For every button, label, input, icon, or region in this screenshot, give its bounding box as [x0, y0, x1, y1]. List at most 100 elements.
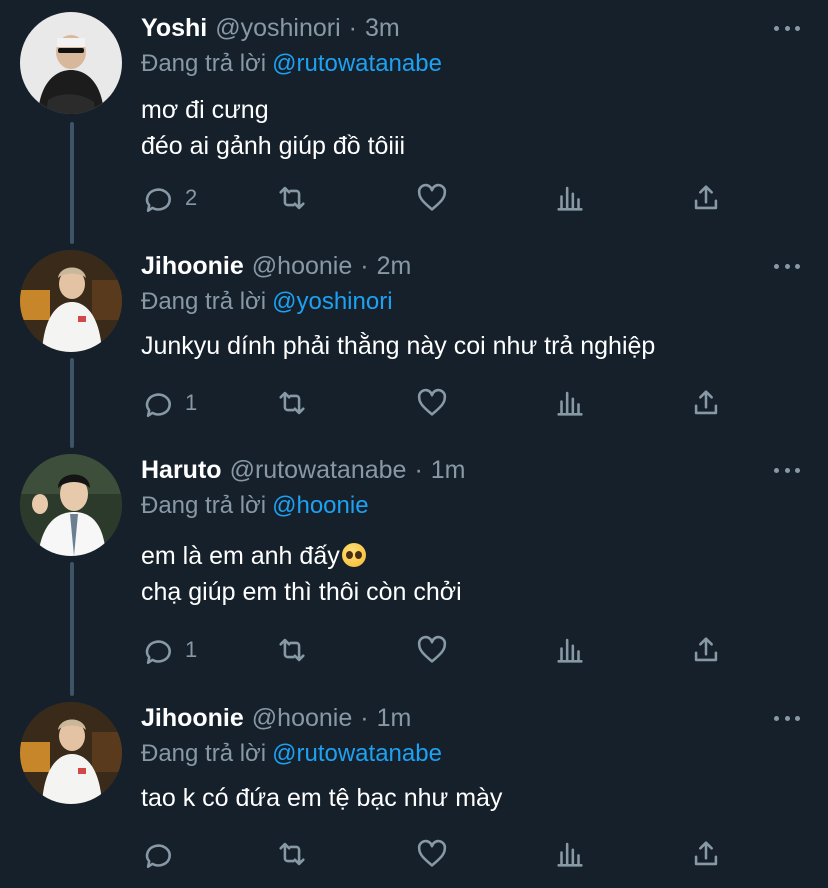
avatar[interactable] — [20, 702, 122, 804]
user-handle[interactable]: @yoshinori — [215, 14, 340, 43]
timestamp[interactable]: 1m — [431, 456, 466, 485]
replying-to-label: Đang trả lời — [141, 740, 267, 767]
user-handle[interactable]: @hoonie — [252, 704, 352, 733]
replying-to: Đang trả lời @yoshinori — [141, 288, 393, 316]
reply-icon — [145, 640, 171, 665]
display-name[interactable]: Jihoonie — [141, 252, 244, 281]
tweet[interactable]: Haruto @rutowatanabe · 1m Đang trả lời @h… — [0, 442, 828, 692]
tweet[interactable]: Yoshi @yoshinori · 3m Đang trả lời @rutow… — [0, 0, 828, 240]
display-name[interactable]: Yoshi — [141, 14, 207, 43]
share-button[interactable] — [689, 834, 723, 874]
like-icon — [417, 388, 447, 416]
analytics-icon — [557, 842, 583, 867]
tweet-header: Yoshi @yoshinori · 3m — [141, 14, 400, 48]
like-button[interactable] — [415, 834, 449, 874]
analytics-button[interactable] — [553, 178, 587, 218]
tweet-header: Haruto @rutowatanabe · 1m — [141, 456, 466, 490]
mention-link[interactable]: @hoonie — [272, 492, 368, 519]
retweet-button[interactable] — [275, 383, 309, 423]
reply-button[interactable]: 2 — [141, 178, 197, 218]
tweet-text-line-wrap: em là em anh đấy — [141, 538, 462, 574]
share-icon — [694, 390, 718, 415]
tweet-text: tao k có đứa em tệ bạc như mày — [141, 780, 502, 816]
analytics-icon — [557, 391, 583, 416]
like-button[interactable] — [415, 178, 449, 218]
analytics-icon — [557, 638, 583, 663]
timestamp[interactable]: 3m — [365, 14, 400, 43]
like-button[interactable] — [415, 630, 449, 670]
more-icon[interactable] — [774, 708, 800, 728]
tweet-text-line: Junkyu dính phải thằng này coi như trả n… — [141, 332, 656, 360]
separator-dot: · — [414, 456, 423, 484]
retweet-icon — [279, 638, 305, 662]
share-button[interactable] — [689, 178, 723, 218]
share-icon — [694, 637, 718, 662]
tweet-actions: 1 — [141, 383, 741, 423]
retweet-icon — [279, 842, 305, 866]
tweet-thread: Yoshi @yoshinori · 3m Đang trả lời @rutow… — [0, 0, 828, 888]
separator-dot: · — [360, 252, 369, 280]
mention-link[interactable]: @rutowatanabe — [272, 50, 442, 77]
reply-count: 1 — [185, 390, 198, 415]
replying-to: Đang trả lời @rutowatanabe — [141, 740, 442, 768]
analytics-icon — [557, 186, 583, 211]
avatar[interactable] — [20, 12, 122, 114]
share-icon — [694, 185, 718, 210]
reply-count: 2 — [185, 185, 198, 210]
retweet-button[interactable] — [275, 834, 309, 874]
retweet-button[interactable] — [275, 630, 309, 670]
more-icon[interactable] — [774, 18, 800, 38]
display-name[interactable]: Haruto — [141, 456, 222, 485]
tweet[interactable]: Jihoonie @hoonie · 2m Đang trả lời @yoshi… — [0, 238, 828, 448]
separator-dot: · — [348, 14, 357, 42]
user-handle[interactable]: @rutowatanabe — [230, 456, 407, 485]
like-icon — [417, 839, 447, 867]
more-icon[interactable] — [774, 256, 800, 276]
tweet-actions: 1 — [141, 630, 741, 670]
tweet-header: Jihoonie @hoonie · 1m — [141, 704, 411, 738]
pleading-face-emoji-icon — [341, 543, 366, 567]
replying-to: Đang trả lời @rutowatanabe — [141, 50, 442, 78]
reply-button[interactable]: 1 — [141, 383, 197, 423]
separator-dot: · — [360, 704, 369, 732]
replying-to-label: Đang trả lời — [141, 50, 267, 77]
avatar[interactable] — [20, 250, 122, 352]
reply-icon — [145, 844, 171, 869]
mention-link[interactable]: @rutowatanabe — [272, 740, 442, 767]
share-button[interactable] — [689, 630, 723, 670]
reply-count: 1 — [185, 637, 198, 662]
tweet-text-line: tao k có đứa em tệ bạc như mày — [141, 784, 503, 812]
tweet-actions: 2 — [141, 178, 741, 218]
analytics-button[interactable] — [553, 630, 587, 670]
share-button[interactable] — [689, 383, 723, 423]
tweet-header: Jihoonie @hoonie · 2m — [141, 252, 411, 286]
tweet-text-line: em là em anh đấy — [141, 542, 340, 570]
replying-to: Đang trả lời @hoonie — [141, 492, 369, 520]
reply-button[interactable]: 1 — [141, 630, 197, 670]
analytics-button[interactable] — [553, 834, 587, 874]
timestamp[interactable]: 1m — [377, 704, 412, 733]
tweet-text: em là em anh đấy chạ giúp em thì thôi cò… — [141, 538, 462, 610]
tweet-text-line: mơ đi cưng — [141, 96, 269, 124]
reply-icon — [145, 188, 171, 213]
timestamp[interactable]: 2m — [377, 252, 412, 281]
share-icon — [694, 841, 718, 866]
retweet-button[interactable] — [275, 178, 309, 218]
tweet-text-line: đéo ai gảnh giúp đồ tôiii — [141, 132, 406, 160]
like-icon — [417, 635, 447, 663]
avatar[interactable] — [20, 454, 122, 556]
user-handle[interactable]: @hoonie — [252, 252, 352, 281]
reply-icon — [145, 393, 171, 418]
more-icon[interactable] — [774, 460, 800, 480]
replying-to-label: Đang trả lời — [141, 288, 267, 315]
replying-to-label: Đang trả lời — [141, 492, 267, 519]
retweet-icon — [279, 186, 305, 210]
analytics-button[interactable] — [553, 383, 587, 423]
like-button[interactable] — [415, 383, 449, 423]
display-name[interactable]: Jihoonie — [141, 704, 244, 733]
tweet[interactable]: Jihoonie @hoonie · 1m Đang trả lời @rutow… — [0, 690, 828, 888]
tweet-text: Junkyu dính phải thằng này coi như trả n… — [141, 328, 655, 364]
reply-button[interactable] — [141, 834, 185, 874]
mention-link[interactable]: @yoshinori — [272, 288, 392, 315]
tweet-text-line: chạ giúp em thì thôi còn chởi — [141, 578, 462, 606]
